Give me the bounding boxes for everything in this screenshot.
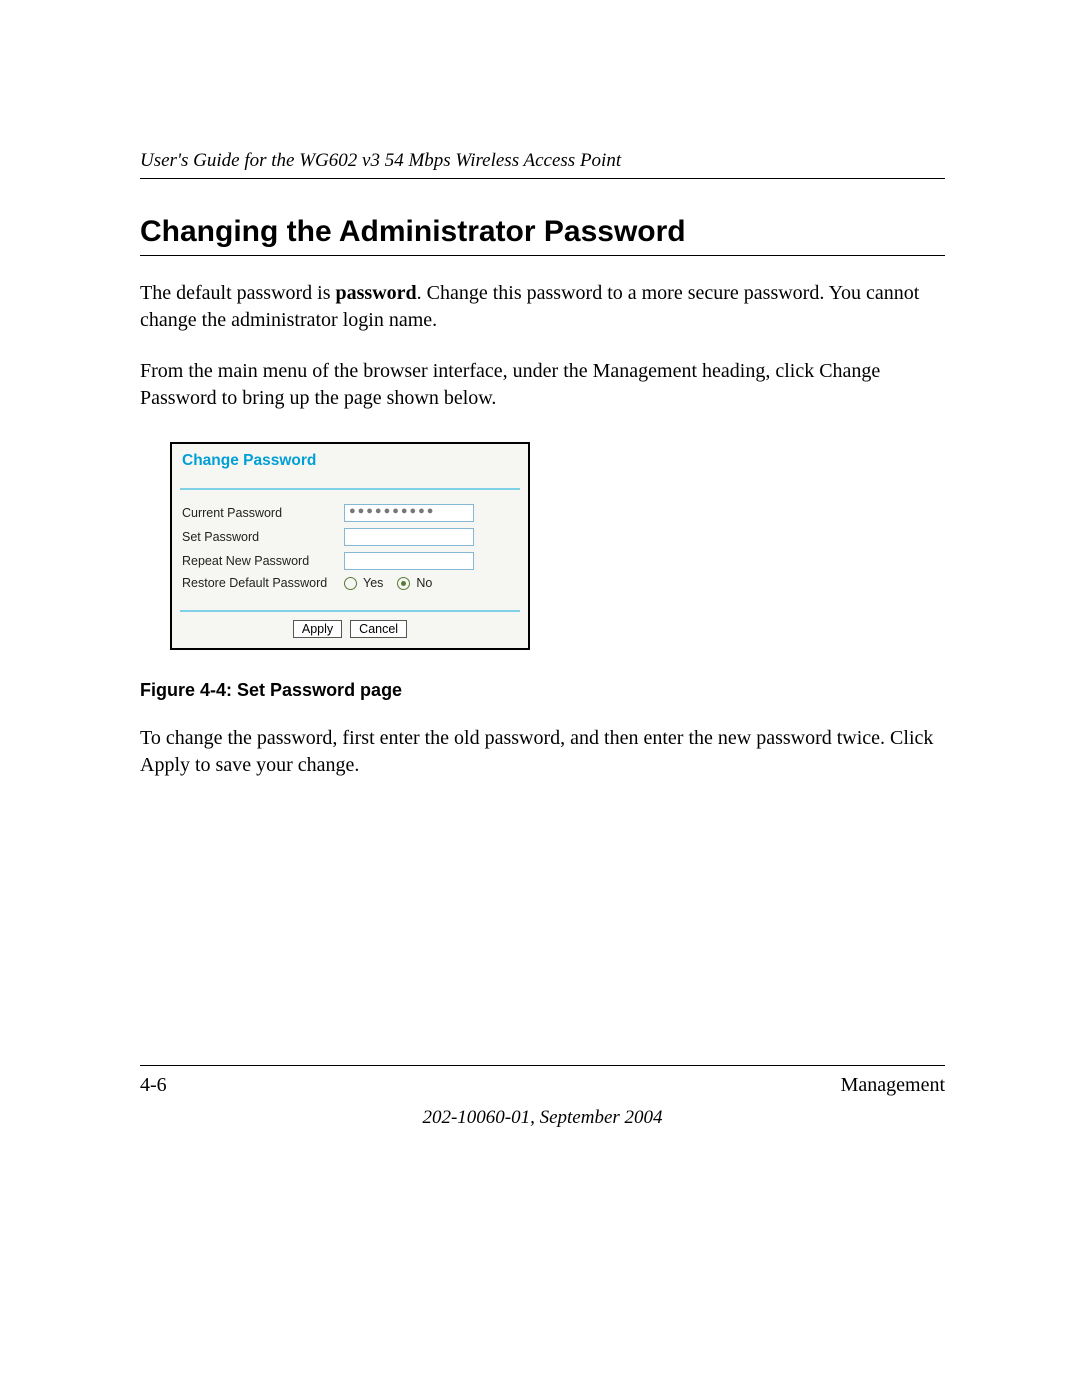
label-restore-default: Restore Default Password (182, 576, 344, 590)
label-set-password: Set Password (182, 530, 344, 544)
footer-page-number: 4-6 (140, 1074, 167, 1097)
repeat-password-input[interactable] (344, 552, 474, 570)
cancel-button[interactable]: Cancel (350, 620, 407, 638)
section-title: Changing the Administrator Password (140, 215, 945, 256)
footer-doc-id: 202-10060-01, September 2004 (140, 1107, 945, 1129)
figure-caption: Figure 4-4: Set Password page (140, 680, 945, 701)
page-footer: 4-6 Management 202-10060-01, September 2… (140, 1065, 945, 1097)
figure-change-password: Change Password Current Password ●●●●●●●… (170, 442, 945, 650)
apply-button[interactable]: Apply (293, 620, 342, 638)
intro-paragraph-1: The default password is password. Change… (140, 280, 945, 334)
row-restore-default: Restore Default Password Yes No (182, 576, 518, 590)
p1-part-a: The default password is (140, 282, 336, 304)
change-password-dialog: Change Password Current Password ●●●●●●●… (170, 442, 530, 650)
row-current-password: Current Password ●●●●●●●●●● (182, 504, 518, 522)
footer-section-name: Management (841, 1074, 945, 1097)
intro-paragraph-2: From the main menu of the browser interf… (140, 358, 945, 412)
running-header: User's Guide for the WG602 v3 54 Mbps Wi… (140, 150, 945, 179)
radio-no-dot (401, 581, 406, 586)
radio-yes-label: Yes (363, 576, 383, 590)
row-repeat-password: Repeat New Password (182, 552, 518, 570)
radio-yes[interactable] (344, 577, 357, 590)
closing-paragraph: To change the password, first enter the … (140, 725, 945, 779)
dialog-title: Change Password (182, 452, 316, 469)
radio-no[interactable] (397, 577, 410, 590)
row-set-password: Set Password (182, 528, 518, 546)
radio-no-label: No (416, 576, 432, 590)
p1-bold-password: password (336, 282, 417, 304)
set-password-input[interactable] (344, 528, 474, 546)
label-current-password: Current Password (182, 506, 344, 520)
dialog-button-row: Apply Cancel (172, 612, 528, 648)
label-repeat-password: Repeat New Password (182, 554, 344, 568)
current-password-input[interactable]: ●●●●●●●●●● (344, 504, 474, 522)
